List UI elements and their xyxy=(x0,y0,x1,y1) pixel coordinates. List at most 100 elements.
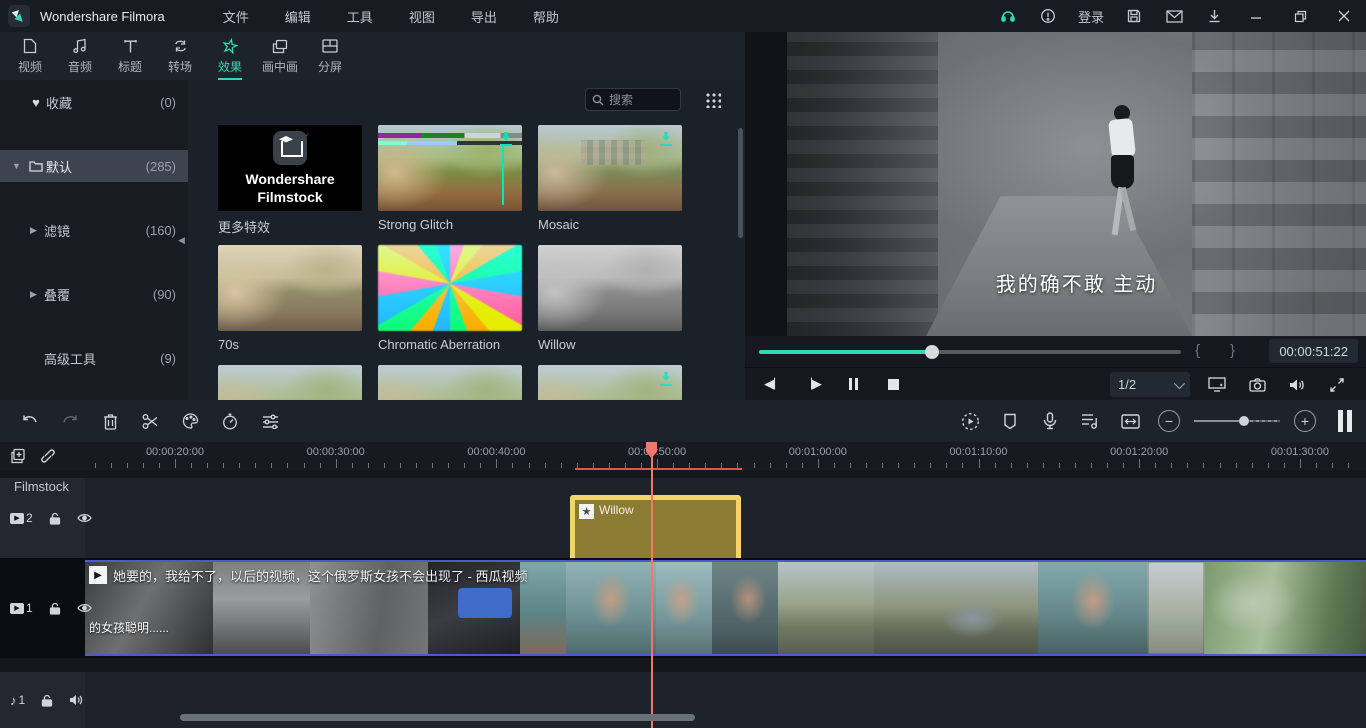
minimize-button[interactable] xyxy=(1234,0,1278,32)
download-icon[interactable] xyxy=(1194,0,1234,32)
menu-3[interactable]: 工具 xyxy=(329,0,391,32)
lock-icon[interactable] xyxy=(41,694,53,707)
zoom-slider-thumb[interactable] xyxy=(1239,416,1249,426)
effect-item-Chromatic Aberration[interactable]: Chromatic Aberration xyxy=(378,245,522,353)
eye-visibility-icon[interactable] xyxy=(77,513,92,523)
tab-画中画[interactable]: 画中画 xyxy=(255,32,305,80)
speaker-icon[interactable] xyxy=(69,694,84,706)
willow-effect-clip[interactable]: ★ Willow xyxy=(570,495,741,565)
render-preview-icon[interactable] xyxy=(950,400,990,442)
filmstock-card[interactable]: WondershareFilmstock更多特效 xyxy=(218,125,362,233)
tab-分屏[interactable]: 分屏 xyxy=(305,32,355,80)
play-next-frame-button[interactable]: ▕▶ xyxy=(793,368,833,401)
menu-1[interactable]: 文件 xyxy=(205,0,267,32)
sidebar-item-高级工具[interactable]: 高级工具(9) xyxy=(0,342,188,374)
redo-icon[interactable] xyxy=(50,400,90,442)
marker-icon[interactable] xyxy=(990,400,1030,442)
sidebar-item-收藏[interactable]: ♥收藏(0) xyxy=(0,86,188,118)
eye-visibility-icon[interactable] xyxy=(77,603,92,613)
filmora-logo-icon xyxy=(8,5,30,27)
zoom-out-icon[interactable]: − xyxy=(1158,410,1180,432)
tab-标题[interactable]: 标题 xyxy=(105,32,155,80)
transition-icon xyxy=(173,37,188,55)
timeline-horizontal-scrollbar[interactable] xyxy=(180,714,695,721)
add-clip-icon[interactable] xyxy=(10,448,26,464)
ruler-label: 00:01:20:00 xyxy=(1110,446,1168,458)
effect-name: Chromatic Aberration xyxy=(378,337,522,353)
video-track-1[interactable]: ▶ 她要的，我给不了，以后的视频，这个俄罗斯女孩不会出现了 - 西瓜视频 的女孩… xyxy=(0,558,1366,658)
sidebar-item-叠覆[interactable]: ▶叠覆(90) xyxy=(0,278,188,310)
tab-音频[interactable]: 音频 xyxy=(55,32,105,80)
willow-clip-label: Willow xyxy=(599,503,634,517)
filmora-window: Wondershare Filmora 文件编辑工具视图导出帮助 登录 xyxy=(0,0,1366,728)
zoom-in-icon[interactable]: + xyxy=(1294,410,1316,432)
tab-转场[interactable]: 转场 xyxy=(155,32,205,80)
seek-thumb[interactable] xyxy=(925,345,939,359)
support-headset-icon[interactable] xyxy=(988,0,1028,32)
pip-icon xyxy=(272,37,288,55)
menu-2[interactable]: 编辑 xyxy=(267,0,329,32)
effect-item-Mosaic[interactable]: Mosaic xyxy=(538,125,682,233)
sidebar-item-Filmstock[interactable]: Filmstock xyxy=(0,470,188,502)
menu-4[interactable]: 视图 xyxy=(391,0,453,32)
timeline-zoom-slider[interactable] xyxy=(1194,400,1280,442)
previous-frame-button[interactable]: ◀▏ xyxy=(753,368,793,401)
effect-item-row3-6[interactable] xyxy=(218,365,362,400)
lock-icon[interactable] xyxy=(49,602,61,615)
volume-icon[interactable] xyxy=(1277,368,1317,401)
download-effect-icon[interactable] xyxy=(658,371,674,389)
vertical-bars-icon[interactable] xyxy=(1338,410,1352,432)
stop-button[interactable] xyxy=(873,368,913,401)
effect-item-Strong Glitch[interactable]: Strong Glitch xyxy=(378,125,522,233)
pause-button[interactable] xyxy=(833,368,873,401)
playback-rate-select[interactable]: 1/2 xyxy=(1110,372,1190,397)
main-video-clip[interactable]: ▶ 她要的，我给不了，以后的视频，这个俄罗斯女孩不会出现了 - 西瓜视频 的女孩… xyxy=(85,560,1366,656)
mark-out-button[interactable]: } xyxy=(1230,342,1235,359)
video-track-icon: ▶1 xyxy=(10,601,33,615)
mark-in-button[interactable]: { xyxy=(1195,342,1200,359)
effect-item-Willow[interactable]: Willow xyxy=(538,245,682,353)
fullscreen-icon[interactable] xyxy=(1317,368,1357,401)
search-box[interactable] xyxy=(585,88,681,111)
seek-row: { } 00:00:51:22 xyxy=(745,336,1366,367)
effects-scrollbar[interactable] xyxy=(738,128,743,238)
search-input[interactable] xyxy=(609,93,669,107)
login-button[interactable]: 登录 xyxy=(1068,7,1114,26)
close-button[interactable] xyxy=(1322,0,1366,32)
effect-item-row3-8[interactable] xyxy=(538,365,682,400)
restore-button[interactable] xyxy=(1278,0,1322,32)
tab-视频[interactable]: 视频 xyxy=(5,32,55,80)
menu-6[interactable]: 帮助 xyxy=(515,0,577,32)
menu-5[interactable]: 导出 xyxy=(453,0,515,32)
timeline-ruler[interactable]: 00:00:20:0000:00:30:0000:00:40:0000:00:5… xyxy=(0,442,1366,470)
audio-mixer-icon[interactable] xyxy=(1070,400,1110,442)
effect-item-70s[interactable]: 70s xyxy=(218,245,362,353)
selected-clip-extent-line xyxy=(575,468,742,470)
grid-view-icon[interactable] xyxy=(705,92,721,108)
fit-timeline-icon[interactable] xyxy=(1110,400,1150,442)
undo-icon[interactable] xyxy=(10,400,50,442)
snapshot-camera-icon[interactable] xyxy=(1237,368,1277,401)
link-clips-icon[interactable] xyxy=(40,448,56,464)
color-palette-icon[interactable] xyxy=(170,400,210,442)
record-voiceover-mic-icon[interactable] xyxy=(1030,400,1070,442)
video-track-2[interactable]: ★ Willow ▶2 xyxy=(0,478,1366,558)
download-effect-icon[interactable] xyxy=(498,131,514,149)
split-scissors-icon[interactable] xyxy=(130,400,170,442)
info-icon[interactable] xyxy=(1028,0,1068,32)
seek-slider[interactable] xyxy=(759,350,1181,354)
lock-icon[interactable] xyxy=(49,512,61,525)
adjust-sliders-icon[interactable] xyxy=(250,400,290,442)
speed-timer-icon[interactable] xyxy=(210,400,250,442)
sidebar-collapse-icon[interactable]: ◀ xyxy=(178,232,188,248)
ruler-label: 00:01:30:00 xyxy=(1271,446,1329,458)
sidebar-item-滤镜[interactable]: ▶滤镜(160) xyxy=(0,214,188,246)
display-device-icon[interactable] xyxy=(1197,368,1237,401)
effect-item-row3-7[interactable] xyxy=(378,365,522,400)
delete-icon[interactable] xyxy=(90,400,130,442)
mail-icon[interactable] xyxy=(1154,0,1194,32)
tab-效果[interactable]: 效果 xyxy=(205,32,255,80)
sidebar-item-默认[interactable]: ▼默认(285) xyxy=(0,150,188,182)
download-effect-icon[interactable] xyxy=(658,131,674,149)
save-icon[interactable] xyxy=(1114,0,1154,32)
